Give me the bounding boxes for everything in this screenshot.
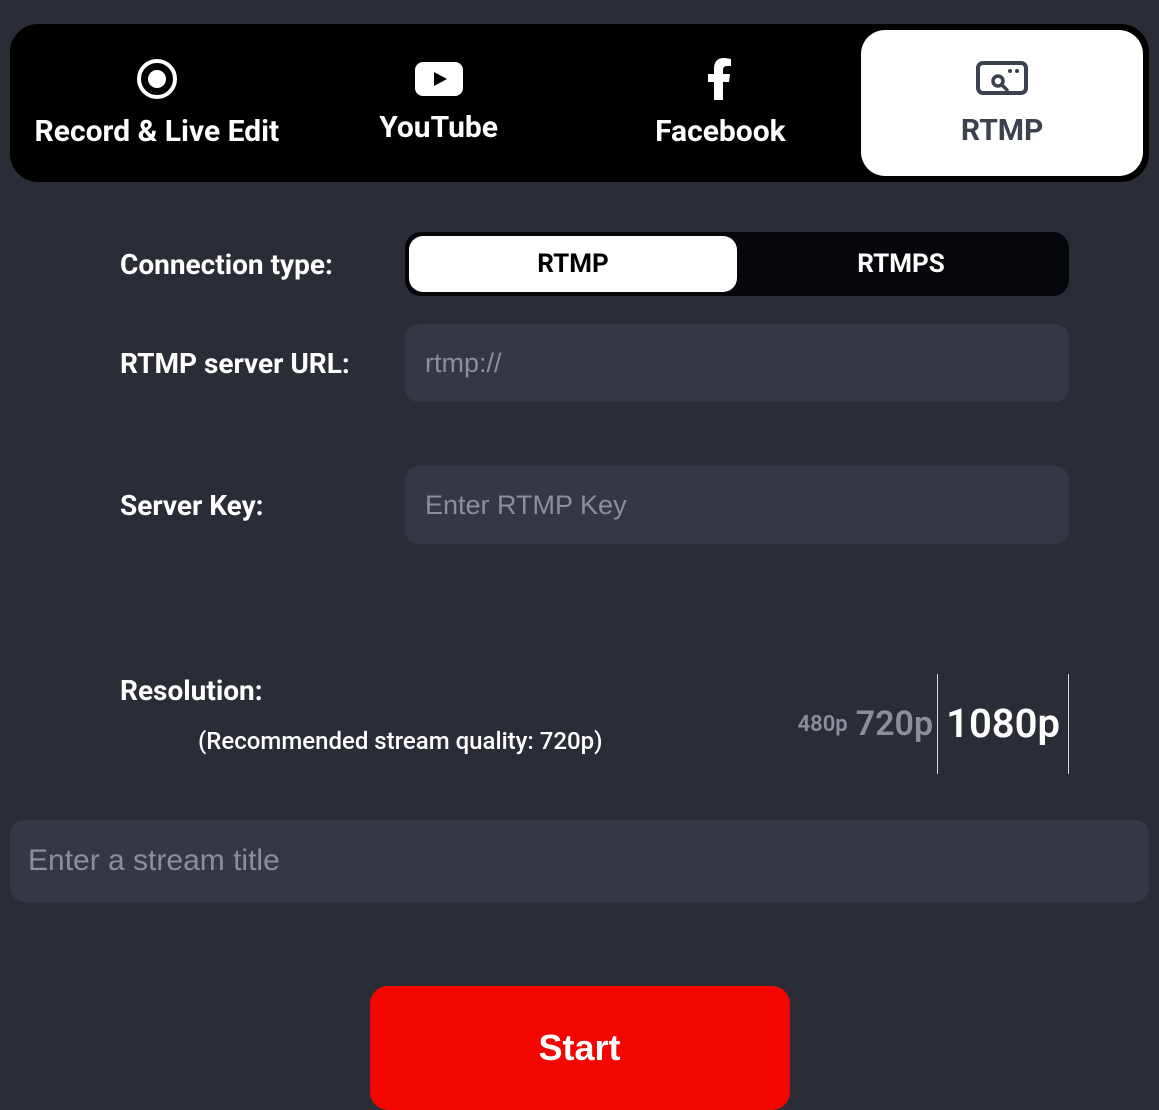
- start-button[interactable]: Start: [370, 986, 790, 1110]
- connection-type-label: Connection type:: [120, 248, 405, 281]
- destination-tab-bar: Record & Live Edit YouTube Facebook RTMP: [10, 24, 1149, 182]
- facebook-icon: [708, 58, 732, 100]
- server-key-input[interactable]: [405, 466, 1069, 544]
- tab-youtube[interactable]: YouTube: [298, 30, 580, 176]
- stream-title-input[interactable]: [10, 820, 1149, 902]
- tab-facebook[interactable]: Facebook: [580, 30, 862, 176]
- rtmp-icon: [976, 59, 1028, 99]
- connection-type-row: Connection type: RTMP RTMPS: [120, 232, 1069, 296]
- connection-type-rtmps[interactable]: RTMPS: [737, 236, 1065, 292]
- server-key-label: Server Key:: [120, 489, 405, 522]
- server-url-label: RTMP server URL:: [120, 347, 405, 380]
- server-url-row: RTMP server URL:: [120, 324, 1069, 402]
- resolution-option-720p[interactable]: 720p: [852, 704, 937, 744]
- resolution-label: Resolution:: [120, 674, 794, 707]
- server-url-input[interactable]: [405, 324, 1069, 402]
- start-button-row: Start: [0, 986, 1159, 1110]
- resolution-hint: (Recommended stream quality: 720p): [198, 727, 794, 755]
- youtube-icon: [415, 62, 463, 96]
- server-key-row: Server Key:: [120, 466, 1069, 544]
- stream-title-row: [10, 820, 1149, 902]
- rtmp-form: Connection type: RTMP RTMPS RTMP server …: [0, 182, 1159, 774]
- resolution-picker[interactable]: 480p 720p 1080p: [794, 674, 1069, 774]
- resolution-row: Resolution: (Recommended stream quality:…: [120, 674, 1069, 774]
- tab-label: YouTube: [379, 110, 498, 145]
- resolution-option-1080p[interactable]: 1080p: [937, 674, 1069, 774]
- connection-type-rtmp[interactable]: RTMP: [409, 236, 737, 292]
- record-icon: [136, 58, 178, 100]
- tab-rtmp[interactable]: RTMP: [861, 30, 1143, 176]
- resolution-option-480p[interactable]: 480p: [794, 712, 852, 737]
- tab-label: Facebook: [655, 114, 786, 149]
- connection-type-segmented: RTMP RTMPS: [405, 232, 1069, 296]
- tab-label: RTMP: [961, 113, 1044, 148]
- tab-label: Record & Live Edit: [35, 114, 280, 149]
- tab-record-live-edit[interactable]: Record & Live Edit: [16, 30, 298, 176]
